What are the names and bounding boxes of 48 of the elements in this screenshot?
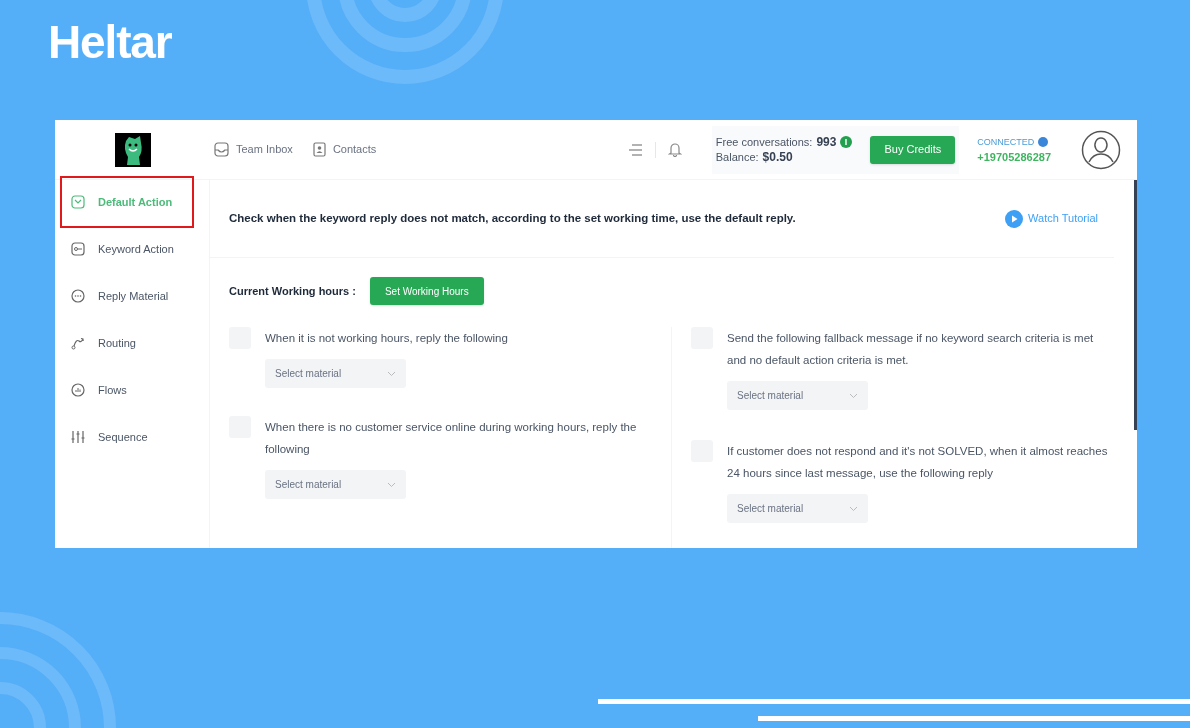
free-conversations-count: 993: [816, 134, 837, 150]
sidebar-item[interactable]: Routing: [55, 329, 209, 357]
material-select[interactable]: Select material: [265, 359, 406, 388]
sidebar-item[interactable]: Default Action: [55, 188, 209, 216]
sidebar-item[interactable]: Flows: [55, 376, 209, 404]
chart-circle-icon: [71, 383, 85, 397]
chevron-down-icon: [849, 392, 858, 399]
key-icon: [71, 242, 85, 256]
chevron-down-icon: [387, 481, 396, 488]
material-select[interactable]: Select material: [727, 381, 868, 410]
inbox-icon: [214, 142, 229, 157]
free-conversations-label: Free conversations:: [715, 134, 813, 150]
scrollbar[interactable]: [1134, 180, 1137, 430]
connection-status: CONNECTED: [977, 135, 1035, 149]
contact-book-icon: [312, 142, 326, 157]
watch-tutorial-link[interactable]: Watch Tutorial: [1005, 209, 1098, 228]
user-avatar-icon[interactable]: [1081, 129, 1121, 170]
chat-bubble-icon: [71, 289, 85, 303]
info-icon: [840, 136, 853, 148]
route-icon: [71, 336, 85, 350]
info-icon: [1038, 137, 1049, 147]
nav-link[interactable]: Contacts: [312, 141, 377, 158]
rule-text: When it is not working hours, reply the following: [265, 331, 508, 346]
buy-credits-button[interactable]: Buy Credits: [870, 135, 956, 164]
set-working-hours-button[interactable]: Set Working Hours: [369, 277, 484, 305]
play-icon: [1005, 209, 1024, 228]
balance-label: Balance:: [715, 149, 759, 165]
rule-text: When there is no customer service online during working hours, reply the following: [265, 420, 638, 457]
bell-icon[interactable]: [667, 142, 682, 157]
menu-icon[interactable]: [628, 143, 643, 156]
chevron-down-icon: [849, 505, 858, 512]
phone-number: +19705286287: [977, 149, 1051, 165]
balance-value: $0.50: [762, 149, 793, 165]
mascot-avatar: [114, 132, 151, 167]
intro-text: Check when the keyword reply does not match, according to the set working time, use the default reply.: [229, 210, 796, 226]
sliders-icon: [71, 430, 85, 444]
rule-text: Send the following fallback message if no keyword search criteria is met and no default action criteria is met.: [727, 331, 1095, 368]
nav-link[interactable]: Team Inbox: [214, 141, 293, 158]
rule-text: If customer does not respond and it's not SOLVED, when it almost reaches 24 hours since last message, use the following reply: [727, 444, 1109, 481]
sidebar-item[interactable]: Sequence: [55, 423, 209, 451]
material-select[interactable]: Select material: [727, 494, 868, 523]
chevron-down-icon: [387, 370, 396, 377]
sidebar-item[interactable]: Reply Material: [55, 282, 209, 310]
message-square-icon: [71, 195, 85, 209]
brand-logo: Heltar: [48, 16, 172, 68]
working-hours-label: Current Working hours :: [229, 283, 356, 299]
material-select[interactable]: Select material: [265, 470, 406, 499]
sidebar-item[interactable]: Keyword Action: [55, 235, 209, 263]
